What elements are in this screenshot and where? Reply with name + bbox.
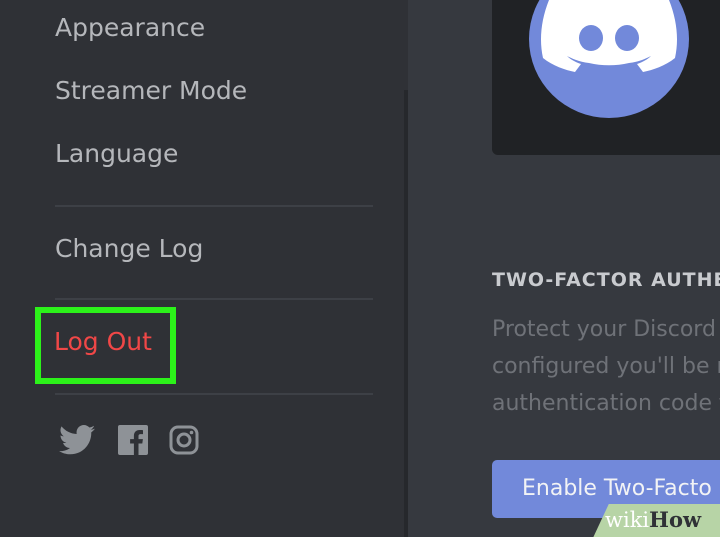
twitter-icon[interactable] xyxy=(59,423,95,457)
instagram-icon[interactable] xyxy=(168,423,200,457)
sidebar-divider xyxy=(55,298,373,300)
sidebar-divider xyxy=(55,205,373,207)
sidebar-item-change-log[interactable]: Change Log xyxy=(55,234,203,263)
two-factor-description-line: Protect your Discord xyxy=(492,317,716,342)
facebook-icon[interactable] xyxy=(117,423,148,457)
two-factor-description-line: configured you'll be r xyxy=(492,354,720,379)
two-factor-heading: TWO-FACTOR AUTHE xyxy=(492,269,720,291)
sidebar-item-language[interactable]: Language xyxy=(55,139,178,168)
sidebar-item-appearance[interactable]: Appearance xyxy=(55,13,205,42)
sidebar-divider xyxy=(55,393,373,395)
logout-button[interactable]: Log Out xyxy=(54,327,152,356)
watermark-how: How xyxy=(649,507,702,532)
watermark-wiki: wiki xyxy=(605,508,650,532)
watermark-logo: wikiHow xyxy=(605,507,701,532)
sidebar-item-streamer-mode[interactable]: Streamer Mode xyxy=(55,76,247,105)
two-factor-description-line: authentication code f xyxy=(492,391,720,416)
